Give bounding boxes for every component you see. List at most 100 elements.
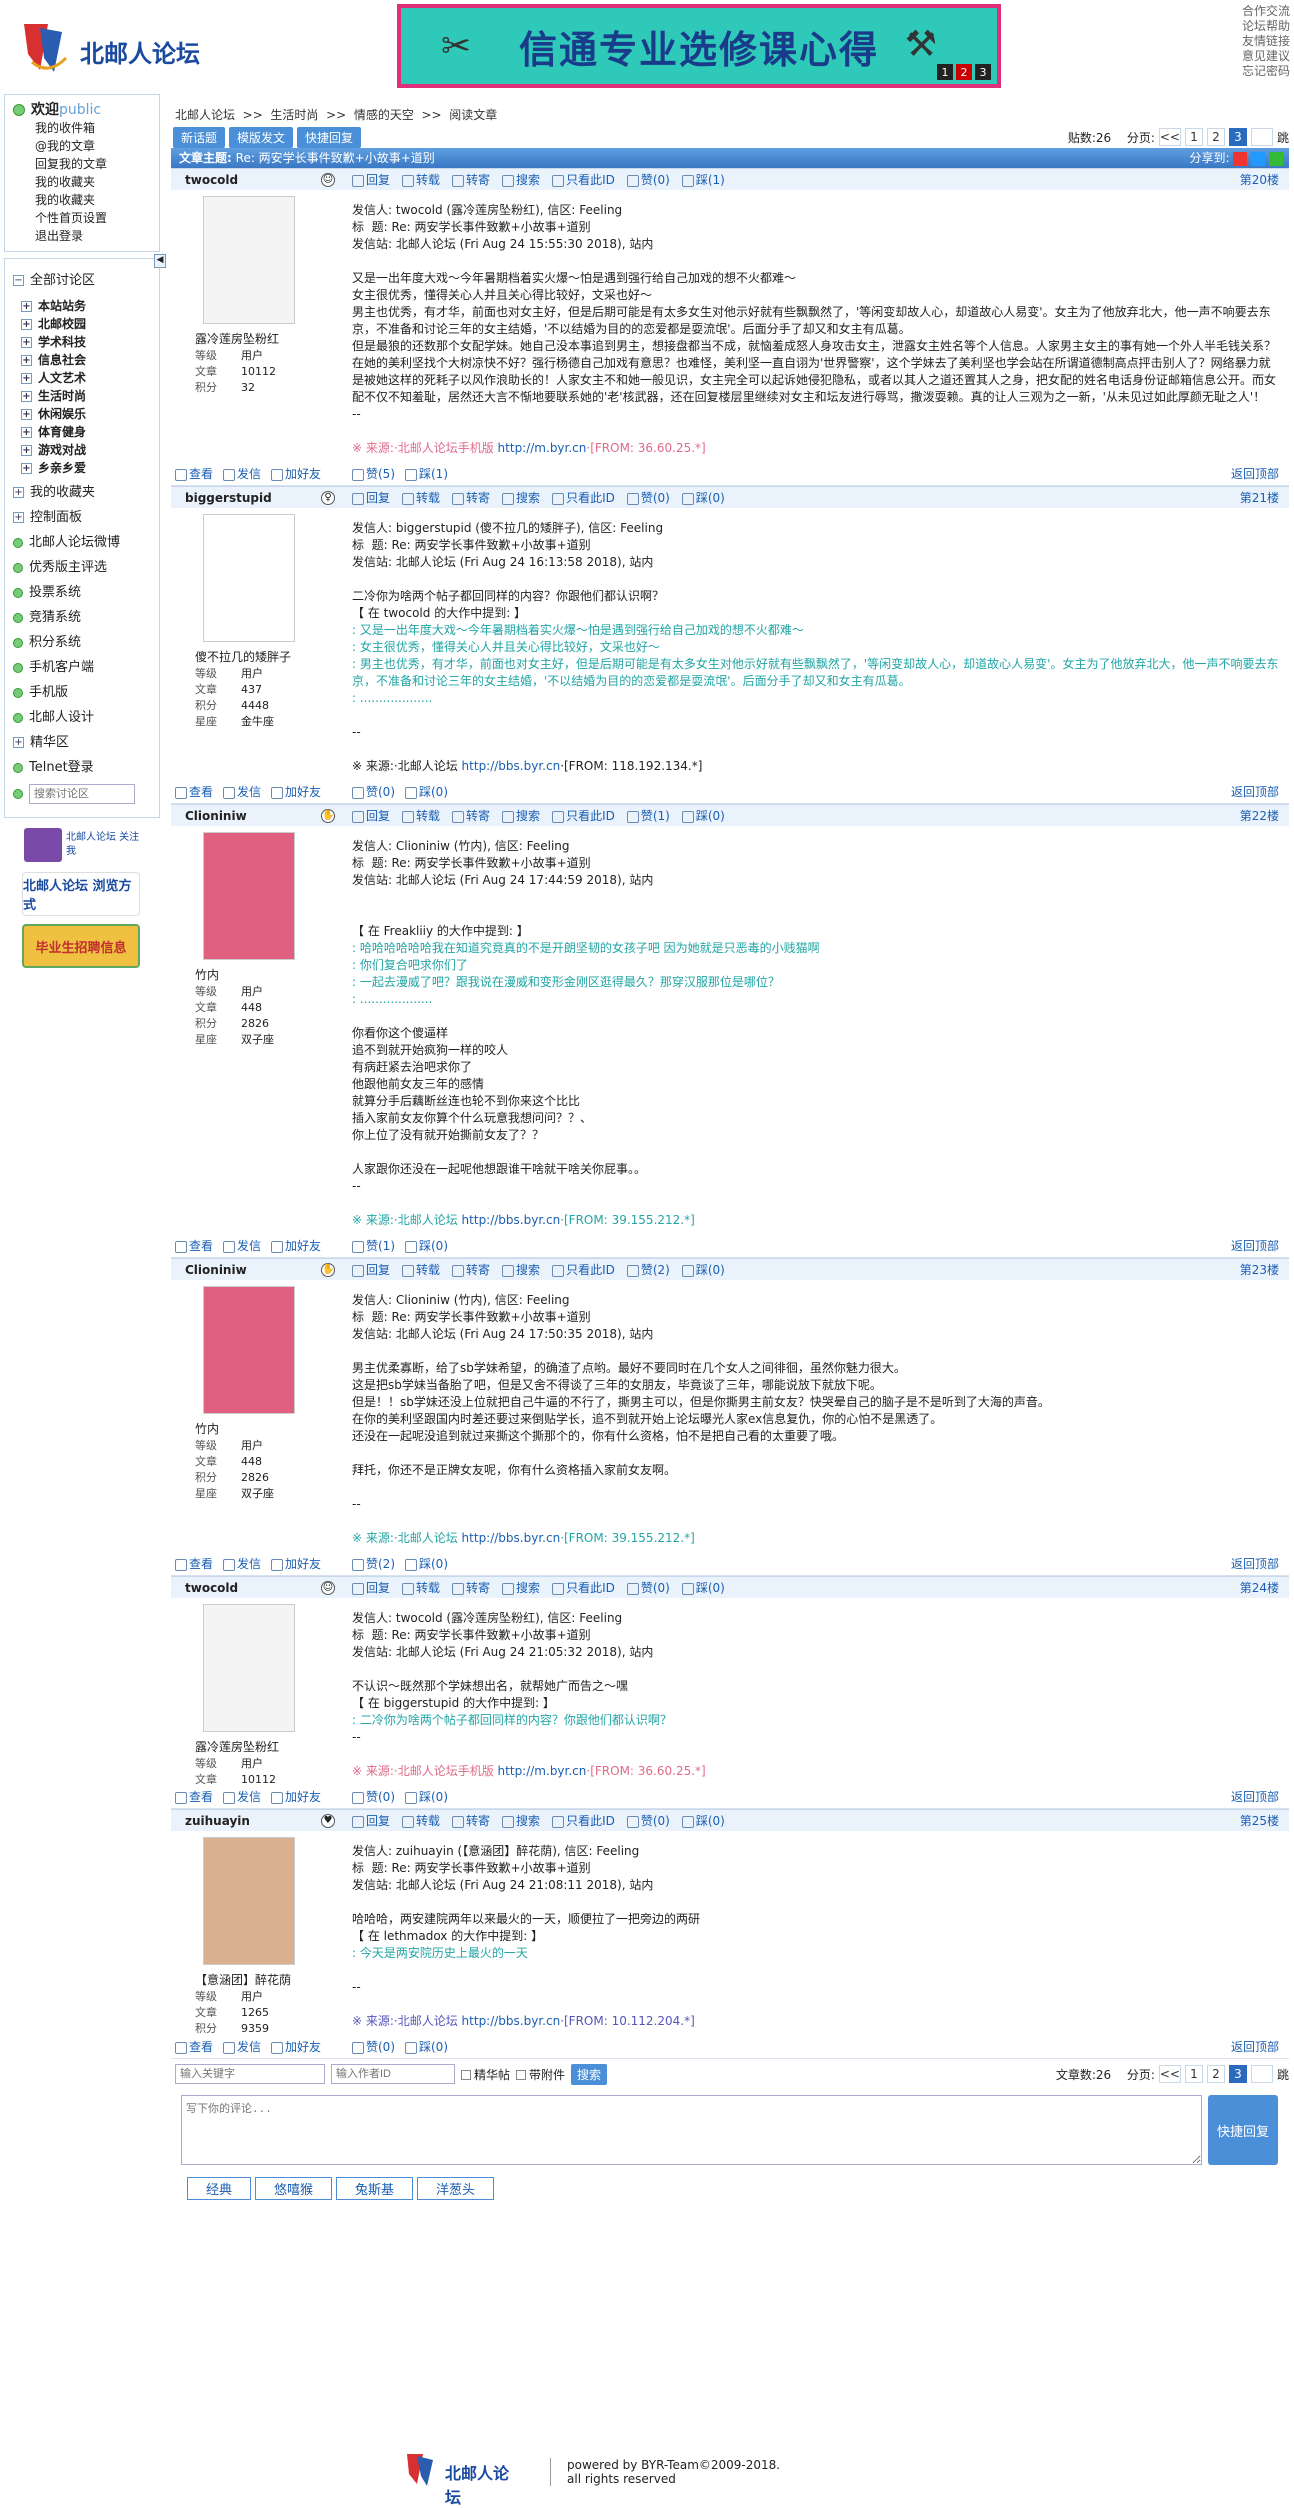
post-reply-button[interactable]: 回复 [352, 169, 390, 191]
avatar[interactable] [203, 1286, 295, 1414]
avatar[interactable] [203, 832, 295, 960]
user-link-inbox[interactable]: 我的收件箱 [35, 121, 95, 135]
menu-mobile-version[interactable]: 手机版 [29, 685, 68, 700]
post-username[interactable]: biggerstupid [185, 487, 272, 509]
source-link[interactable]: http://bbs.byr.cn [462, 2014, 561, 2028]
menu-control-panel[interactable]: 控制面板 [30, 510, 82, 525]
avatar[interactable] [203, 196, 295, 324]
weibo-follow[interactable]: 北邮人论坛 关注我 [24, 828, 160, 862]
reply-textarea[interactable] [181, 2095, 1202, 2165]
page-2[interactable]: 2 [1206, 2065, 1225, 2083]
page-jump-input[interactable] [1250, 128, 1273, 146]
user-add-friend-button[interactable]: 加好友 [271, 1786, 321, 1808]
back-to-top-link[interactable]: 返回顶部 [1231, 1553, 1279, 1575]
board-item-4[interactable]: 人文艺术 [38, 371, 86, 385]
post-like-button[interactable]: 赞(0) [626, 487, 670, 509]
post-search-button[interactable]: 搜索 [502, 487, 540, 509]
breadcrumb-section[interactable]: 生活时尚 [270, 108, 318, 122]
post-repost-button[interactable]: 转载 [402, 805, 440, 827]
post-search-button[interactable]: 搜索 [502, 805, 540, 827]
board-item-1[interactable]: 北邮校园 [38, 317, 86, 331]
post-username[interactable]: Clioniniw [185, 1259, 247, 1281]
post-search-button[interactable]: 搜索 [502, 169, 540, 191]
back-to-top-link[interactable]: 返回顶部 [1231, 2036, 1279, 2058]
digest-checkbox[interactable]: 精华帖 [461, 2066, 510, 2083]
user-link-favorites-a[interactable]: 我的收藏夹 [35, 175, 95, 189]
post-forward-button[interactable]: 转寄 [452, 1810, 490, 1832]
emoticon-tab-monkey[interactable]: 悠嘻猴 [255, 2177, 333, 2200]
post-repost-button[interactable]: 转载 [402, 1577, 440, 1599]
user-add-friend-button[interactable]: 加好友 [271, 2036, 321, 2058]
post-only-this-id-button[interactable]: 只看此ID [552, 805, 615, 827]
page-prev[interactable]: << [1158, 128, 1181, 146]
breadcrumb-home[interactable]: 北邮人论坛 [175, 108, 235, 122]
source-link[interactable]: http://bbs.byr.cn [462, 1531, 561, 1545]
link-friends[interactable]: 友情链接 [1242, 34, 1290, 49]
breadcrumb-board[interactable]: 情感的天空 [354, 108, 414, 122]
user-view-button[interactable]: 查看 [175, 1235, 213, 1257]
user-view-button[interactable]: 查看 [175, 1553, 213, 1575]
post-like-button[interactable]: 赞(0) [352, 1786, 395, 1808]
page-jump-button[interactable]: 跳 [1277, 129, 1289, 146]
post-dislike-button[interactable]: 踩(0) [405, 1235, 448, 1257]
menu-design[interactable]: 北邮人设计 [29, 710, 94, 725]
board-item-6[interactable]: 休闲娱乐 [38, 407, 86, 421]
floor-number[interactable]: 第25楼 [1240, 1810, 1279, 1832]
post-dislike-button[interactable]: 踩(0) [405, 1786, 448, 1808]
browse-mode-promo[interactable]: 北邮人论坛 浏览方式 [22, 872, 140, 916]
floor-number[interactable]: 第24楼 [1240, 1577, 1279, 1599]
link-forgot-password[interactable]: 忘记密码 [1242, 64, 1290, 79]
post-repost-button[interactable]: 转载 [402, 1810, 440, 1832]
post-only-this-id-button[interactable]: 只看此ID [552, 487, 615, 509]
post-forward-button[interactable]: 转寄 [452, 805, 490, 827]
emoticon-tab-classic[interactable]: 经典 [187, 2177, 252, 2200]
post-reply-button[interactable]: 回复 [352, 1810, 390, 1832]
menu-digest[interactable]: 精华区 [30, 735, 69, 750]
menu-vote[interactable]: 投票系统 [29, 585, 81, 600]
emoticon-tab-rabbit[interactable]: 兔斯基 [336, 2177, 414, 2200]
post-like-button[interactable]: 赞(2) [626, 1259, 670, 1281]
menu-mobile-client[interactable]: 手机客户端 [29, 660, 94, 675]
page-3[interactable]: 3 [1228, 2065, 1247, 2083]
post-only-this-id-button[interactable]: 只看此ID [552, 1810, 615, 1832]
page-2[interactable]: 2 [1206, 128, 1225, 146]
post-like-button[interactable]: 赞(0) [352, 781, 395, 803]
quick-reply-button[interactable]: 快捷回复 [297, 126, 362, 148]
floor-number[interactable]: 第23楼 [1240, 1259, 1279, 1281]
post-dislike-button[interactable]: 踩(0) [681, 1810, 725, 1832]
user-add-friend-button[interactable]: 加好友 [271, 1553, 321, 1575]
post-username[interactable]: twocold [185, 1577, 238, 1599]
post-reply-button[interactable]: 回复 [352, 805, 390, 827]
back-to-top-link[interactable]: 返回顶部 [1231, 463, 1279, 485]
user-message-button[interactable]: 发信 [223, 1553, 261, 1575]
post-dislike-button[interactable]: 踩(0) [681, 1259, 725, 1281]
user-message-button[interactable]: 发信 [223, 1786, 261, 1808]
post-search-button[interactable]: 搜索 [502, 1259, 540, 1281]
page-1[interactable]: 1 [1184, 2065, 1203, 2083]
back-to-top-link[interactable]: 返回顶部 [1231, 781, 1279, 803]
user-link-settings[interactable]: 个性首页设置 [35, 211, 107, 225]
post-like-button[interactable]: 赞(0) [626, 1810, 670, 1832]
page-jump-input[interactable] [1250, 2065, 1273, 2083]
user-message-button[interactable]: 发信 [223, 781, 261, 803]
user-message-button[interactable]: 发信 [223, 1235, 261, 1257]
user-add-friend-button[interactable]: 加好友 [271, 463, 321, 485]
post-like-button[interactable]: 赞(5) [352, 463, 395, 485]
user-link-favorites-b[interactable]: 我的收藏夹 [35, 193, 95, 207]
post-like-button[interactable]: 赞(2) [352, 1553, 395, 1575]
new-topic-button[interactable]: 新话题 [173, 126, 226, 148]
post-dislike-button[interactable]: 踩(0) [681, 805, 725, 827]
post-reply-button[interactable]: 回复 [352, 1259, 390, 1281]
job-info-promo[interactable]: 毕业生招聘信息 [22, 924, 140, 968]
post-forward-button[interactable]: 转寄 [452, 169, 490, 191]
source-link[interactable]: http://bbs.byr.cn [462, 759, 561, 773]
wechat-share-icon[interactable] [1269, 151, 1283, 166]
post-dislike-button[interactable]: 踩(0) [405, 1553, 448, 1575]
source-link[interactable]: http://m.byr.cn [498, 441, 587, 455]
user-message-button[interactable]: 发信 [223, 2036, 261, 2058]
post-search-button[interactable]: 搜索 [502, 1810, 540, 1832]
board-item-0[interactable]: 本站站务 [38, 299, 86, 313]
banner-page-3[interactable]: 3 [975, 64, 991, 80]
menu-guess[interactable]: 竞猜系统 [29, 610, 81, 625]
post-like-button[interactable]: 赞(1) [352, 1235, 395, 1257]
